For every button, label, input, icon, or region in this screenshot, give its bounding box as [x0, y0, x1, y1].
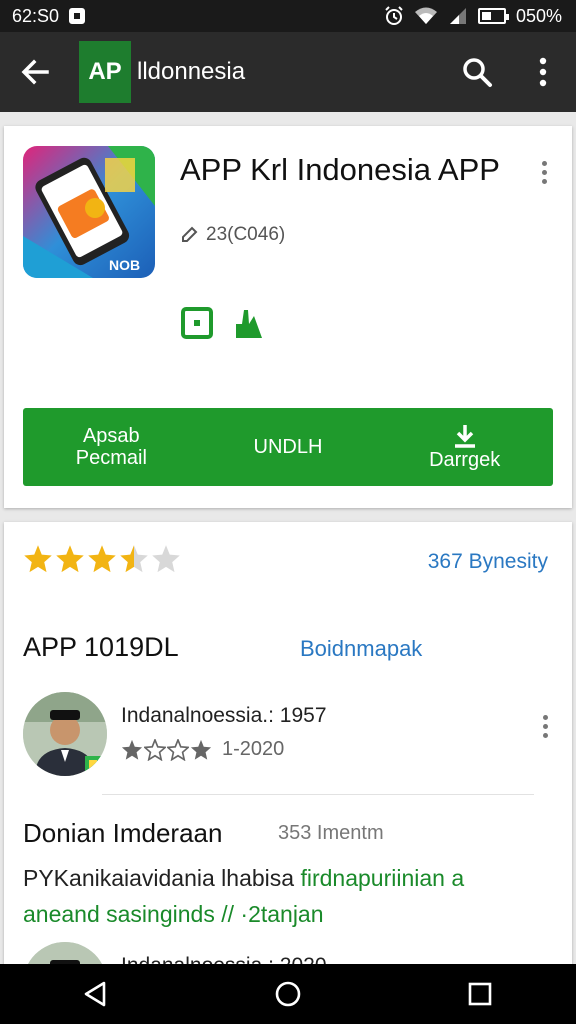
search-button[interactable] [444, 32, 510, 112]
user-photo-icon [23, 692, 107, 776]
divider [102, 794, 534, 795]
triangle-back-icon [84, 981, 106, 1007]
app-bar: AP lldonnesia [0, 32, 576, 112]
star-empty-icon [167, 738, 189, 761]
details-line1-plain: PYKanikaiavidania lhabisa [23, 865, 301, 891]
download-button[interactable]: Darrgek [390, 408, 540, 486]
details-text: PYKanikaiavidania lhabisa firdnapuriinia… [23, 860, 543, 932]
app-meta-text: 23(C046) [206, 224, 286, 245]
navigation-bar [0, 964, 576, 1024]
star-full-icon [56, 545, 84, 573]
reviews-section-link[interactable]: Boidnmapak [300, 636, 422, 662]
back-arrow-icon [21, 59, 49, 85]
app-info-card: NOB APP Krl Indonesia APP 23(C046) Apsab… [4, 126, 572, 508]
rating-stars [23, 544, 181, 574]
nav-recents-button[interactable] [440, 964, 520, 1024]
star-empty-icon [152, 545, 180, 573]
battery-level: 050% [515, 5, 562, 26]
nav-back-button[interactable] [56, 964, 136, 1024]
reviews-card: 367 Bynesity APP 1019DL Boidnmapak Indan… [4, 522, 572, 982]
signal-icon [448, 6, 468, 26]
battery-icon [477, 8, 509, 24]
more-options-button[interactable] [510, 32, 576, 112]
review-date: 1-2020 [222, 738, 285, 760]
details-count: 353 Imentm [278, 822, 384, 844]
back-button[interactable] [0, 32, 70, 112]
review-meta: 1-2020 [121, 738, 284, 761]
permission-label-line2: Pecmail [75, 447, 147, 469]
status-time: 62:S0 [12, 5, 60, 26]
app-icon[interactable]: NOB [23, 146, 155, 278]
wifi-icon [414, 6, 438, 26]
star-empty-icon [144, 738, 166, 761]
star-full-icon [88, 545, 116, 573]
review-author: Indanalnoessia.: 1957 [121, 704, 327, 727]
reviews-section-title: APP 1019DL [23, 632, 179, 662]
app-bar-title: lldonnesia [137, 58, 246, 85]
app-logo: AP [79, 41, 131, 103]
details-title: Donian Imderaan [23, 818, 223, 848]
circle-home-icon [275, 981, 301, 1007]
details-line2-green[interactable]: aneand sasingind [23, 901, 203, 927]
notification-icon [69, 8, 86, 24]
install-button[interactable]: UNDLH [213, 408, 363, 486]
nav-home-button[interactable] [248, 964, 328, 1024]
avatar[interactable] [23, 692, 107, 776]
review-stars [121, 738, 212, 761]
more-vert-icon [539, 57, 547, 87]
permission-button[interactable]: Apsab Pecmail [36, 408, 186, 486]
permission-label-line1: Apsab [82, 425, 140, 447]
star-full-icon [121, 739, 143, 760]
details-line2-end[interactable]: 2tanjan [248, 901, 323, 927]
app-name: APP Krl Indonesia APP [180, 152, 500, 187]
phone-illustration-icon: NOB [23, 146, 155, 278]
review-item: Indanalnoessia.: 1957 1-2020 [23, 692, 553, 782]
details-line1-green[interactable]: firdnapuriinian a [300, 865, 464, 891]
star-full-icon [24, 545, 52, 573]
app-icon-text: NOB [109, 257, 140, 273]
star-full-icon [190, 739, 212, 760]
star-half-icon [120, 545, 148, 573]
edit-icon [182, 226, 198, 242]
download-label: Darrgek [429, 449, 501, 471]
search-icon [463, 58, 492, 87]
review-overflow-menu[interactable] [535, 706, 555, 746]
alarm-icon [384, 6, 404, 26]
app-overflow-menu[interactable] [534, 152, 554, 192]
square-recents-icon [468, 982, 492, 1006]
family-badge-icon [236, 310, 262, 338]
app-badges [180, 306, 266, 340]
download-icon [454, 425, 475, 448]
status-bar: 62:S0 050% [0, 0, 576, 32]
app-meta: 23(C046) [180, 224, 285, 246]
device-badge-icon [181, 307, 213, 339]
review-count-link[interactable]: 367 Bynesity [428, 550, 548, 574]
details-line2-plain: s // · [203, 901, 249, 927]
install-label: UNDLH [253, 436, 323, 458]
action-bar: Apsab Pecmail UNDLH Darrgek [23, 408, 553, 486]
